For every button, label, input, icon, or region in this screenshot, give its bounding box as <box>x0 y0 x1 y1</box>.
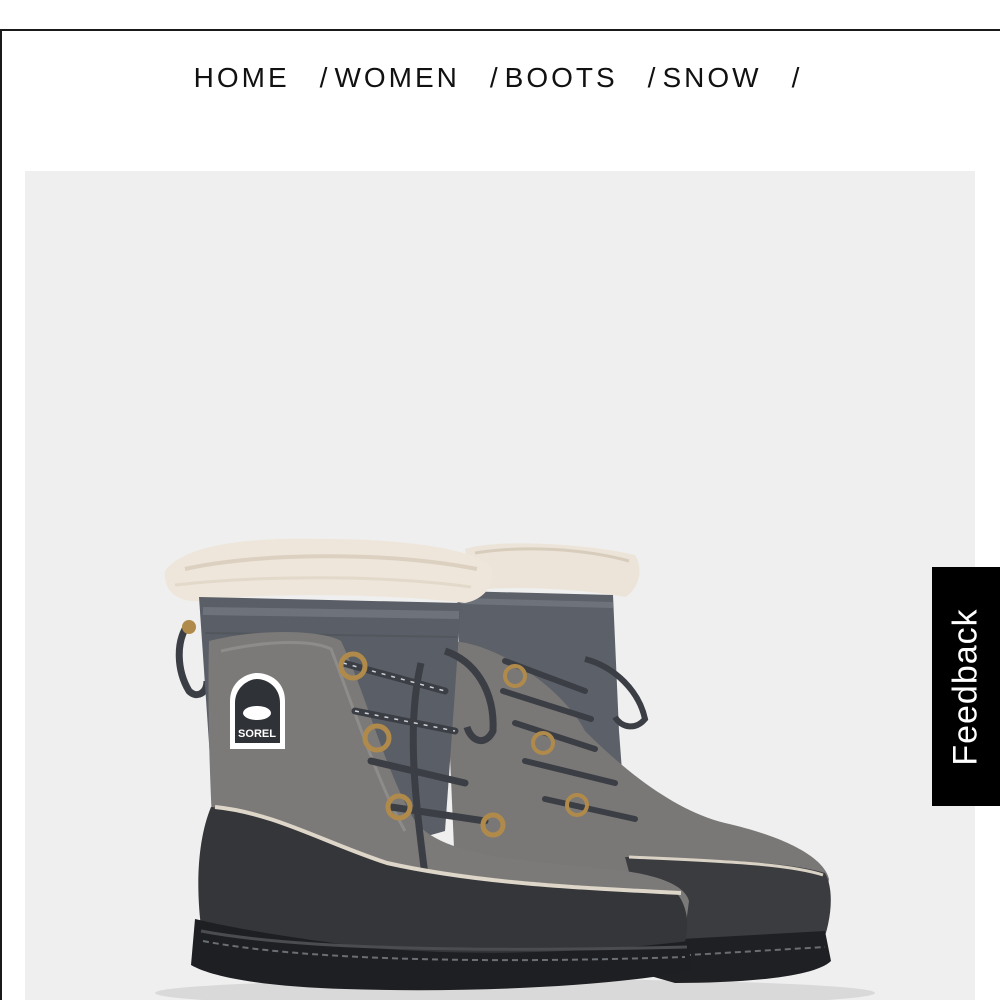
svg-text:SOREL: SOREL <box>238 728 276 740</box>
breadcrumb-snow-link[interactable]: SNOW <box>662 62 761 94</box>
breadcrumb-women-link[interactable]: WOMEN <box>334 62 459 94</box>
breadcrumb-home-link[interactable]: HOME <box>194 62 290 94</box>
breadcrumb: HOME / WOMEN / BOOTS / SNOW / <box>0 62 1000 94</box>
left-border <box>0 29 2 1000</box>
breadcrumb-boots-link[interactable]: BOOTS <box>505 62 618 94</box>
sorel-logo: SOREL <box>230 673 285 749</box>
product-image: SOREL <box>155 538 875 1000</box>
header-divider <box>0 29 1000 31</box>
breadcrumb-separator: / <box>647 62 659 93</box>
feedback-button[interactable]: Feedback <box>932 567 1000 806</box>
product-image-container[interactable]: SOREL <box>25 171 975 1000</box>
breadcrumb-separator: / <box>489 62 501 93</box>
feedback-label: Feedback <box>946 607 985 766</box>
breadcrumb-separator: / <box>319 62 331 93</box>
breadcrumb-separator: / <box>791 62 803 93</box>
product-page: HOME / WOMEN / BOOTS / SNOW / SOREL Feed… <box>0 0 1000 1000</box>
